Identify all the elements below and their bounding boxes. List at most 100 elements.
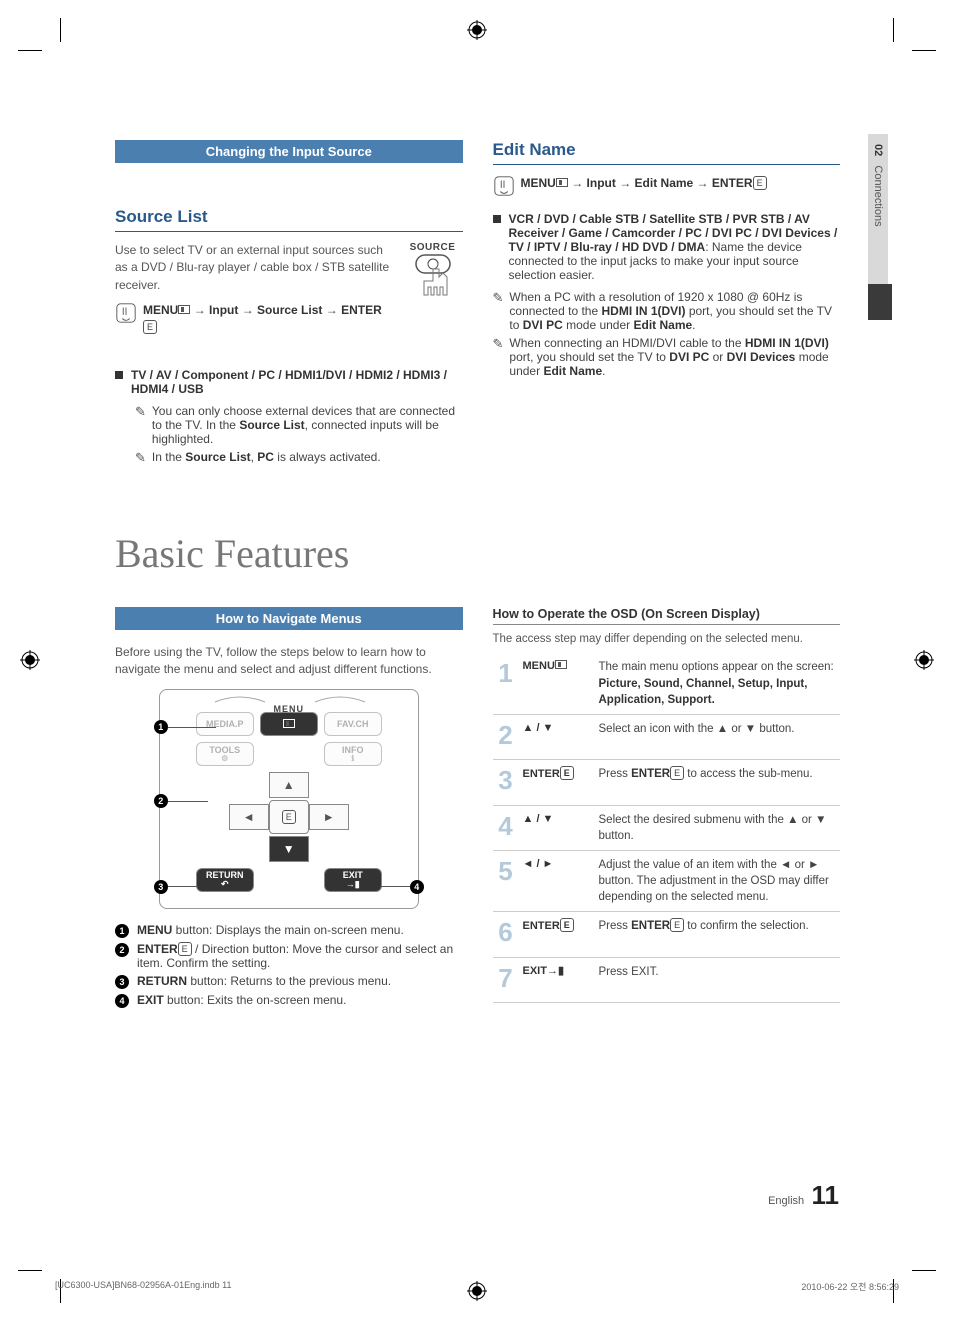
osd-desc: Press ENTERE to access the sub-menu.	[595, 760, 841, 805]
remote-top-edge	[210, 688, 370, 704]
enter-icon: E	[143, 320, 157, 334]
osd-desc: The main menu options appear on the scre…	[595, 653, 841, 714]
osd-row-5: 5 ◄ / ► Adjust the value of an item with…	[493, 850, 841, 911]
section-label: Connections	[872, 165, 884, 226]
osd-steps-table: 1 MENU The main menu options appear on t…	[493, 653, 841, 1003]
remote-info-button: INFOℹ	[324, 742, 382, 766]
enter-icon: E	[560, 918, 574, 932]
page-footer: English 11	[768, 1180, 839, 1211]
dpad-enter: E	[269, 800, 309, 834]
crop-mark	[18, 1270, 42, 1271]
osd-row-7: 7 EXIT→▮ Press EXIT.	[493, 957, 841, 1002]
osd-row-1: 1 MENU The main menu options appear on t…	[493, 653, 841, 714]
column-right: Edit Name MENU → Input → Edit Name → ENT…	[493, 140, 841, 470]
remote-exit-button: EXIT→▮	[324, 868, 382, 892]
osd-key: ENTERE	[519, 912, 595, 957]
edit-name-devices-bullet: VCR / DVD / Cable STB / Satellite STB / …	[493, 212, 841, 282]
enter-icon: E	[753, 176, 767, 190]
source-options: TV / AV / Component / PC / HDMI1/DVI / H…	[131, 368, 463, 396]
note-pc-resolution: ✎ When a PC with a resolution of 1920 x …	[493, 290, 841, 332]
menu-icon	[178, 305, 190, 314]
enter-icon: E	[560, 766, 574, 780]
banner-navigate-menus: How to Navigate Menus	[115, 607, 463, 630]
callout-line	[380, 886, 410, 887]
crop-mark	[18, 50, 42, 51]
registration-mark-icon	[20, 650, 40, 670]
square-bullet-icon	[115, 371, 123, 379]
note-icon: ✎	[135, 450, 146, 466]
remote-tools-button: TOOLS⚙	[196, 742, 254, 766]
crop-mark	[60, 18, 61, 42]
note-external-devices: ✎ You can only choose external devices t…	[135, 404, 463, 446]
heading-edit-name: Edit Name	[493, 140, 841, 165]
note-pc-activated: ✎ In the Source List, PC is always activ…	[135, 450, 463, 466]
heading-osd: How to Operate the OSD (On Screen Displa…	[493, 607, 841, 625]
remote-favch-button: FAV.CH	[324, 712, 382, 736]
column-left: Changing the Input Source Source List SO…	[115, 140, 463, 470]
legend-4: 4 EXIT button: Exits the on-screen menu.	[115, 993, 463, 1008]
callout-2: 2	[154, 794, 168, 808]
banner-input-source: Changing the Input Source	[115, 140, 463, 163]
osd-row-6: 6 ENTERE Press ENTERE to confirm the sel…	[493, 912, 841, 957]
crop-mark	[912, 1270, 936, 1271]
legend-3: 3 RETURN button: Returns to the previous…	[115, 974, 463, 989]
dpad-up: ▲	[269, 772, 309, 798]
note-icon: ✎	[135, 404, 146, 446]
osd-row-2: 2 ▲ / ▼ Select an icon with the ▲ or ▼ b…	[493, 714, 841, 759]
dpad-right: ►	[309, 804, 349, 830]
remote-illustration: MENU MEDIA.P FAV.CH TOOLS⚙ INFOℹ ▲ ◄	[159, 689, 419, 909]
legend-2: 2 ENTERE / Direction button: Move the cu…	[115, 942, 463, 970]
dpad-down: ▼	[269, 836, 309, 862]
square-bullet-icon	[493, 215, 501, 223]
callout-line	[168, 801, 208, 802]
osd-row-3: 3 ENTERE Press ENTERE to access the sub-…	[493, 760, 841, 805]
column-basic-right: How to Operate the OSD (On Screen Displa…	[493, 607, 841, 1012]
crop-mark	[893, 18, 894, 42]
footer-language: English	[768, 1195, 804, 1207]
menu-icon	[555, 660, 567, 669]
print-footer: [UC6300-USA]BN68-02956A-01Eng.indb 11 20…	[55, 1280, 899, 1293]
source-label: SOURCE	[403, 242, 463, 253]
osd-key: EXIT→▮	[519, 957, 595, 1002]
chapter-title: Basic Features	[115, 530, 840, 577]
callout-1: 1	[154, 720, 168, 734]
section-tab-active	[868, 284, 892, 320]
note-icon: ✎	[493, 290, 504, 332]
registration-mark-icon	[467, 20, 487, 40]
legend-num-2: 2	[115, 943, 129, 957]
osd-key: ENTERE	[519, 760, 595, 805]
remote-menu-button	[260, 712, 318, 736]
menu-label: MENU	[521, 176, 556, 190]
crop-mark	[912, 50, 936, 51]
hand-menu-icon	[115, 302, 137, 327]
manual-page: 02 Connections Changing the Input Source…	[0, 0, 954, 1321]
section-tab: 02 Connections	[868, 134, 892, 320]
remote-return-button: RETURN↶	[196, 868, 254, 892]
column-basic-left: How to Navigate Menus Before using the T…	[115, 607, 463, 1012]
remote-media-p-button: MEDIA.P	[196, 712, 254, 736]
legend-num-1: 1	[115, 924, 129, 938]
note-hdmi-dvi: ✎ When connecting an HDMI/DVI cable to t…	[493, 336, 841, 378]
print-filename: [UC6300-USA]BN68-02956A-01Eng.indb 11	[55, 1280, 231, 1293]
menu-path-edit-name: MENU → Input → Edit Name → ENTERE	[493, 175, 841, 200]
menu-path-text: → Input → Edit Name → ENTERE	[571, 176, 766, 190]
dpad-left: ◄	[229, 804, 269, 830]
menu-path-source-list: MENU → Input → Source List → ENTERE	[115, 302, 395, 336]
note-icon: ✎	[493, 336, 504, 378]
registration-mark-icon	[914, 650, 934, 670]
callout-3: 3	[154, 880, 168, 894]
menu-label: MENU	[143, 303, 178, 317]
menu-icon	[556, 178, 568, 187]
section-number: 02	[872, 144, 884, 156]
hand-menu-icon	[493, 175, 515, 200]
page-content: Changing the Input Source Source List SO…	[115, 140, 840, 1012]
legend-num-4: 4	[115, 994, 129, 1008]
source-button-illustration: SOURCE	[403, 242, 463, 306]
remote-dpad: ▲ ◄ E ► ▼	[214, 772, 364, 862]
heading-source-list: Source List	[115, 207, 463, 232]
navigate-intro: Before using the TV, follow the steps be…	[115, 644, 463, 679]
osd-row-4: 4 ▲ / ▼ Select the desired submenu with …	[493, 805, 841, 850]
callout-4: 4	[410, 880, 424, 894]
osd-key: MENU	[519, 653, 595, 714]
osd-desc: Press ENTERE to confirm the selection.	[595, 912, 841, 957]
